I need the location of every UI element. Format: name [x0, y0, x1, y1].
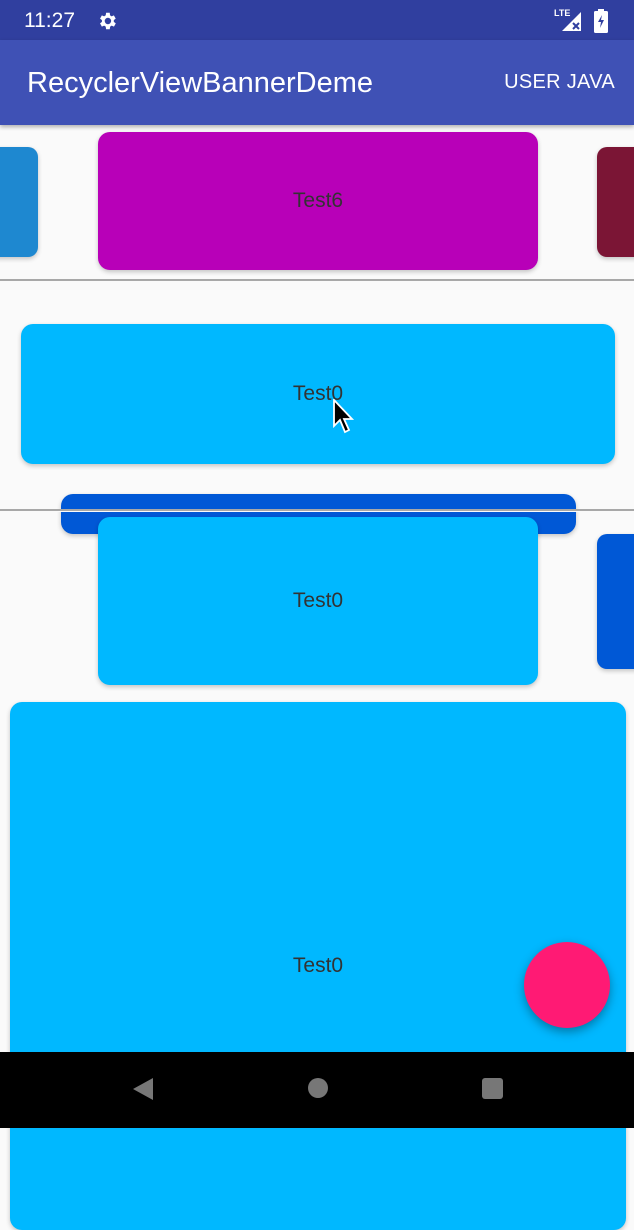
divider — [0, 279, 634, 281]
status-time: 11:27 — [24, 9, 75, 32]
banner-2-card-current[interactable]: Test0 — [21, 324, 615, 464]
floating-action-button[interactable] — [524, 942, 610, 1028]
battery-icon — [594, 9, 608, 33]
back-icon[interactable] — [132, 1077, 154, 1101]
user-java-button[interactable]: USER JAVA — [504, 71, 615, 94]
app-title: RecyclerViewBannerDeme — [27, 67, 374, 99]
home-icon[interactable] — [308, 1078, 328, 1098]
banner-1-card-prev[interactable] — [0, 147, 38, 257]
banner-3-card-current[interactable]: Test0 — [98, 517, 538, 685]
gear-icon — [100, 12, 116, 30]
signal-icon — [562, 12, 581, 31]
banner-1-card-current[interactable]: Test6 — [98, 132, 538, 270]
status-bar: 11:27 LTE — [0, 0, 634, 40]
recents-icon[interactable] — [482, 1078, 503, 1099]
banner-1-card-next[interactable] — [597, 147, 634, 257]
app-bar: RecyclerViewBannerDeme USER JAVA — [0, 40, 634, 125]
banner-3-card-next[interactable] — [597, 534, 634, 669]
divider — [0, 509, 634, 511]
mouse-pointer-icon — [333, 399, 355, 434]
